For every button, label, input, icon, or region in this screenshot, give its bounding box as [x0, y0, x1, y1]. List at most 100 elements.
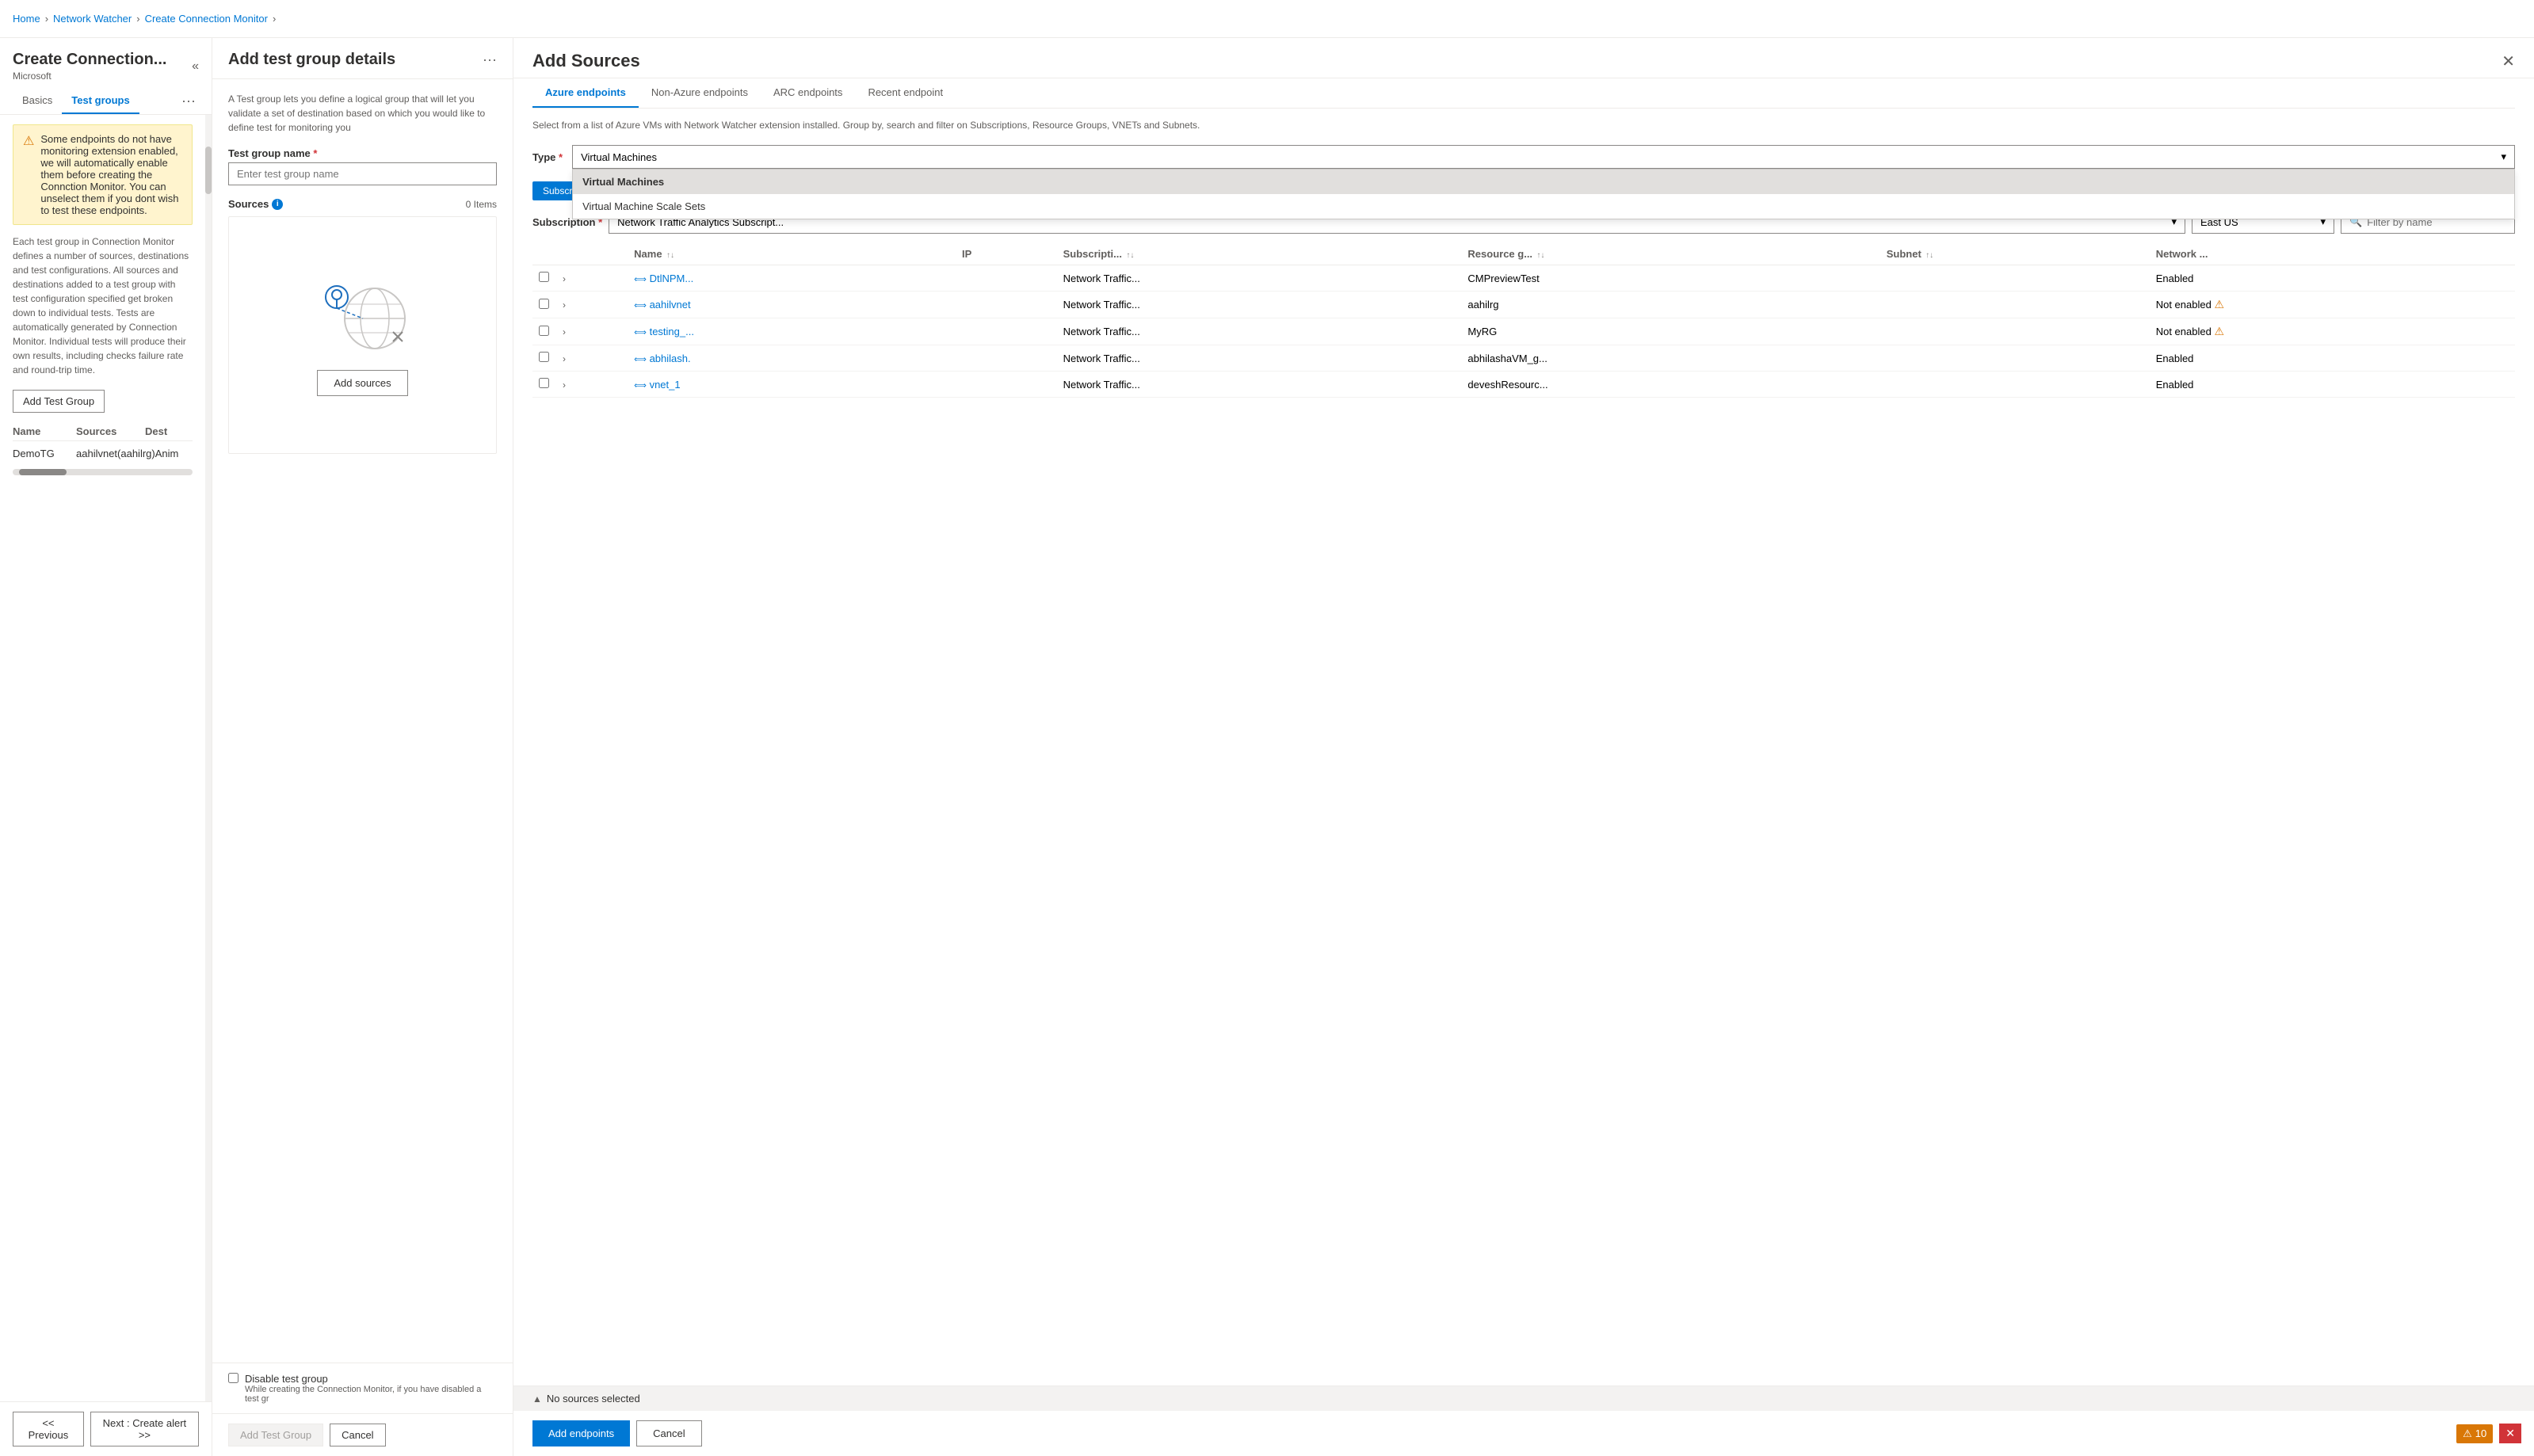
row-name: DemoTG [13, 448, 76, 459]
sort-name-icon[interactable]: ↑↓ [666, 251, 674, 260]
vm-rg-0: CMPreviewTest [1461, 265, 1880, 292]
add-sources-button[interactable]: Add sources [317, 370, 407, 396]
sort-rg-icon[interactable]: ↑↓ [1536, 251, 1544, 260]
vm-name-4[interactable]: vnet_1 [650, 379, 681, 391]
row-sources: aahilvnet(aahilrg) [76, 448, 155, 459]
breadcrumb-bar: Home › Network Watcher › Create Connecti… [0, 0, 2534, 38]
sidebar-title: Create Connection... [13, 51, 166, 69]
expand-row-1[interactable]: › [563, 299, 566, 311]
sources-count: 0 Items [466, 199, 497, 210]
vm-icon-1: ⟺ [634, 300, 647, 311]
sources-label-text: Sources [228, 198, 269, 210]
col-network-header: Network ... [2150, 243, 2515, 265]
sort-subnet-icon[interactable]: ↑↓ [1925, 251, 1933, 260]
vm-rg-1: aahilrg [1461, 292, 1880, 318]
type-option-vmss[interactable]: Virtual Machine Scale Sets [573, 194, 2514, 219]
previous-button[interactable]: << Previous [13, 1412, 84, 1446]
next-button[interactable]: Next : Create alert >> [90, 1412, 199, 1446]
scrollbar-thumb-v[interactable] [205, 147, 212, 194]
sources-info-icon[interactable]: i [272, 199, 283, 210]
row-checkbox-1[interactable] [539, 299, 549, 309]
vm-ip-4 [956, 372, 1057, 398]
right-content: Azure endpoints Non-Azure endpoints ARC … [513, 78, 2534, 1385]
tab-arc-endpoints[interactable]: ARC endpoints [761, 78, 855, 108]
tab-basics[interactable]: Basics [13, 88, 62, 114]
middle-more-button[interactable]: ··· [483, 51, 497, 68]
row-checkbox-3[interactable] [539, 352, 549, 362]
vm-subnet-0 [1880, 265, 2150, 292]
sort-sub-icon[interactable]: ↑↓ [1126, 251, 1134, 260]
col-expand [556, 243, 628, 265]
sources-box: Add sources [228, 216, 497, 454]
horizontal-scrollbar[interactable] [13, 469, 193, 475]
chevron-up-icon: ▲ [532, 1393, 542, 1405]
type-dropdown[interactable]: Virtual Machines ▾ [572, 145, 2515, 169]
col-name-header: Name ↑↓ [628, 243, 956, 265]
vm-subscription-0: Network Traffic... [1057, 265, 1462, 292]
tab-recent-endpoint[interactable]: Recent endpoint [855, 78, 956, 108]
no-sources-bar[interactable]: ▲ No sources selected [513, 1386, 2534, 1411]
sources-header: Sources i 0 Items [228, 198, 497, 210]
row-checkbox-0[interactable] [539, 272, 549, 282]
sidebar-footer: << Previous Next : Create alert >> [0, 1401, 212, 1456]
sidebar-more-button[interactable]: ··· [178, 88, 199, 114]
vm-subnet-2 [1880, 318, 2150, 345]
vm-name-1[interactable]: aahilvnet [650, 299, 691, 311]
expand-row-3[interactable]: › [563, 353, 566, 364]
col-dest: Dest [145, 425, 193, 437]
close-right-panel-button[interactable]: ✕ [2502, 51, 2515, 71]
expand-row-2[interactable]: › [563, 326, 566, 337]
vm-network-1: Not enabled ⚠ [2150, 292, 2515, 318]
sidebar: Create Connection... Microsoft « Basics … [0, 38, 212, 1456]
scrollbar-thumb[interactable] [19, 469, 67, 475]
tab-non-azure-endpoints[interactable]: Non-Azure endpoints [639, 78, 761, 108]
warning-triangle-icon: ⚠ [2214, 325, 2224, 337]
type-value: Virtual Machines [581, 151, 657, 163]
vm-name-2[interactable]: testing_... [650, 326, 694, 337]
row-checkbox-2[interactable] [539, 326, 549, 336]
right-footer: Add endpoints Cancel [513, 1411, 2534, 1456]
type-row: Type * Virtual Machines ▾ Virtual Machin… [532, 145, 2515, 169]
vm-rg-2: MyRG [1461, 318, 1880, 345]
vertical-scrollbar[interactable] [205, 115, 212, 1401]
close-notification-button[interactable]: ✕ [2499, 1424, 2521, 1443]
vm-ip-1 [956, 292, 1057, 318]
col-resource-group-header: Resource g... ↑↓ [1461, 243, 1880, 265]
type-label: Type * [532, 151, 563, 163]
table-row: › ⟺ testing_... Network Traffic... MyRG … [532, 318, 2515, 345]
tab-test-groups[interactable]: Test groups [62, 88, 139, 114]
sidebar-collapse-button[interactable]: « [192, 59, 199, 74]
right-title: Add Sources [532, 51, 640, 71]
vm-subscription-1: Network Traffic... [1057, 292, 1462, 318]
right-panel: Add Sources ✕ Azure endpoints Non-Azure … [513, 38, 2534, 1456]
cancel-middle-button[interactable]: Cancel [330, 1424, 385, 1446]
vm-name-3[interactable]: abhilash. [650, 353, 691, 364]
add-test-group-button[interactable]: Add Test Group [13, 390, 105, 413]
test-group-name-input[interactable] [228, 162, 497, 185]
expand-row-4[interactable]: › [563, 379, 566, 391]
middle-footer: Add Test Group Cancel [212, 1413, 513, 1456]
row-checkbox-4[interactable] [539, 378, 549, 388]
expand-row-0[interactable]: › [563, 273, 566, 284]
vm-subnet-1 [1880, 292, 2150, 318]
main-layout: Create Connection... Microsoft « Basics … [0, 38, 2534, 1456]
no-sources-label: No sources selected [547, 1393, 640, 1405]
vm-subscription-2: Network Traffic... [1057, 318, 1462, 345]
breadcrumb-create-connection-monitor[interactable]: Create Connection Monitor [145, 13, 268, 25]
vm-name-0[interactable]: DtlNPM... [650, 273, 694, 284]
breadcrumb-network-watcher[interactable]: Network Watcher [53, 13, 132, 25]
breadcrumb-home[interactable]: Home [13, 13, 40, 25]
col-name: Name [13, 425, 76, 437]
vm-icon-2: ⟺ [634, 327, 647, 337]
middle-panel: Add test group details ··· A Test group … [212, 38, 513, 1456]
table-row: › ⟺ abhilash. Network Traffic... abhilas… [532, 345, 2515, 372]
vm-subnet-4 [1880, 372, 2150, 398]
disable-group-section: Disable test group While creating the Co… [212, 1363, 513, 1413]
disable-test-group-checkbox[interactable] [228, 1373, 239, 1383]
notification-badge[interactable]: ⚠ 10 [2456, 1424, 2493, 1443]
type-option-vm[interactable]: Virtual Machines [573, 170, 2514, 194]
tab-azure-endpoints[interactable]: Azure endpoints [532, 78, 639, 108]
add-endpoints-button[interactable]: Add endpoints [532, 1420, 630, 1446]
cancel-right-button[interactable]: Cancel [636, 1420, 701, 1446]
vm-network-0: Enabled [2150, 265, 2515, 292]
